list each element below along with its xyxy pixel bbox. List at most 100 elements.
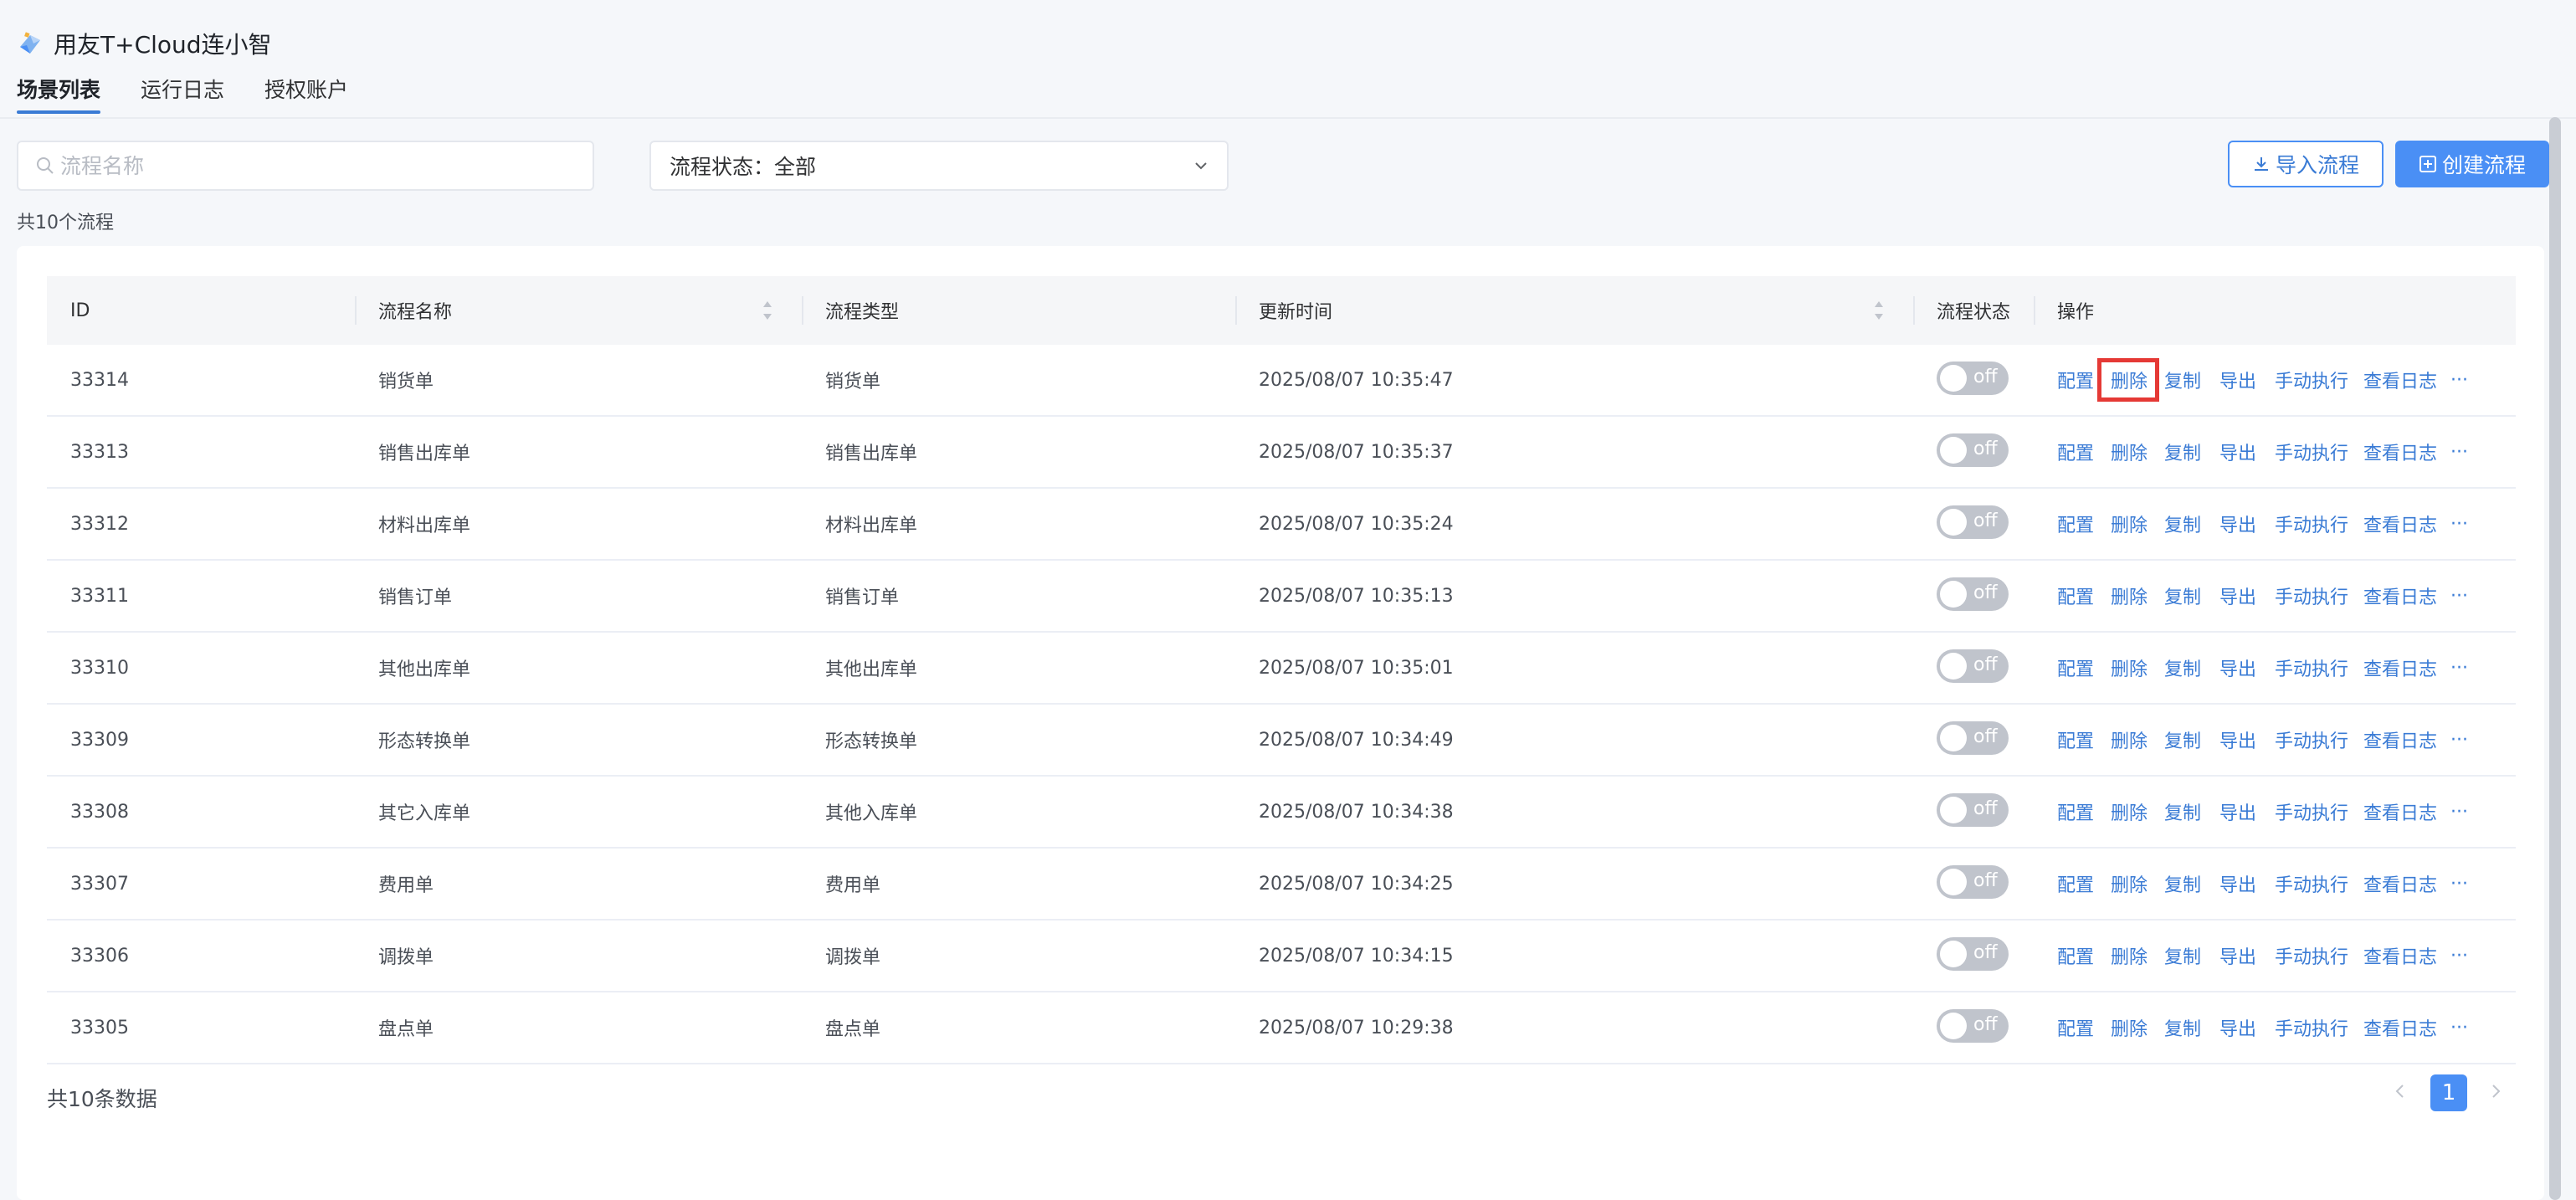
delete-link[interactable]: 删除 [2111, 942, 2148, 969]
copy-link[interactable]: 复制 [2164, 654, 2201, 681]
highlight-box [2097, 358, 2159, 402]
status-toggle[interactable]: off [1937, 362, 2009, 395]
delete-link[interactable]: 删除 [2111, 870, 2148, 897]
status-toggle[interactable]: off [1937, 937, 2009, 971]
more-icon[interactable]: ··· [2450, 802, 2468, 823]
tab-auth-account[interactable]: 授权账户 [264, 74, 348, 114]
config-link[interactable]: 配置 [2057, 367, 2094, 393]
status-toggle[interactable]: off [1937, 1009, 2009, 1043]
tab-run-log[interactable]: 运行日志 [141, 74, 224, 114]
more-icon[interactable]: ··· [2450, 730, 2468, 751]
more-icon[interactable]: ··· [2450, 658, 2468, 679]
export-link[interactable]: 导出 [2219, 798, 2256, 825]
copy-link[interactable]: 复制 [2164, 798, 2201, 825]
delete-link[interactable]: 删除 [2111, 726, 2148, 753]
manual-run-link[interactable]: 手动执行 [2275, 582, 2348, 609]
status-toggle[interactable]: off [1937, 721, 2009, 755]
copy-link[interactable]: 复制 [2164, 1014, 2201, 1041]
delete-link[interactable]: 删除 [2111, 438, 2148, 465]
view-log-link[interactable]: 查看日志 [2363, 367, 2437, 393]
delete-link[interactable]: 删除 [2111, 1014, 2148, 1041]
copy-link[interactable]: 复制 [2164, 438, 2201, 465]
delete-link[interactable]: 删除 [2111, 582, 2148, 609]
pagination-prev-button[interactable] [2384, 1074, 2417, 1108]
export-link[interactable]: 导出 [2219, 654, 2256, 681]
view-log-link[interactable]: 查看日志 [2363, 654, 2437, 681]
export-link[interactable]: 导出 [2219, 367, 2256, 393]
export-link[interactable]: 导出 [2219, 726, 2256, 753]
manual-run-link[interactable]: 手动执行 [2275, 726, 2348, 753]
config-link[interactable]: 配置 [2057, 654, 2094, 681]
status-filter-select[interactable]: 流程状态：全部 [649, 141, 1229, 191]
pagination-page-1[interactable]: 1 [2430, 1074, 2467, 1111]
manual-run-link[interactable]: 手动执行 [2275, 654, 2348, 681]
manual-run-link[interactable]: 手动执行 [2275, 870, 2348, 897]
copy-link[interactable]: 复制 [2164, 582, 2201, 609]
export-link[interactable]: 导出 [2219, 510, 2256, 537]
config-link[interactable]: 配置 [2057, 438, 2094, 465]
import-flow-button[interactable]: 导入流程 [2228, 141, 2384, 187]
more-icon[interactable]: ··· [2450, 442, 2468, 463]
view-log-link[interactable]: 查看日志 [2363, 942, 2437, 969]
view-log-link[interactable]: 查看日志 [2363, 1014, 2437, 1041]
more-icon[interactable]: ··· [2450, 370, 2468, 391]
tab-scene-list[interactable]: 场景列表 [17, 74, 101, 114]
view-log-link[interactable]: 查看日志 [2363, 438, 2437, 465]
view-log-link[interactable]: 查看日志 [2363, 582, 2437, 609]
status-toggle[interactable]: off [1937, 577, 2009, 611]
page-scrollbar[interactable] [2549, 117, 2561, 1200]
view-log-link[interactable]: 查看日志 [2363, 798, 2437, 825]
sort-icon[interactable] [1871, 296, 1886, 325]
create-flow-button[interactable]: 创建流程 [2395, 141, 2549, 187]
manual-run-link[interactable]: 手动执行 [2275, 510, 2348, 537]
column-header-name[interactable]: 流程名称 [355, 276, 452, 345]
delete-link[interactable]: 删除 [2111, 654, 2148, 681]
config-link[interactable]: 配置 [2057, 942, 2094, 969]
more-icon[interactable]: ··· [2450, 874, 2468, 895]
more-icon[interactable]: ··· [2450, 1018, 2468, 1038]
cell-type: 其他入库单 [825, 803, 918, 824]
toggle-knob [1940, 653, 1967, 679]
manual-run-link[interactable]: 手动执行 [2275, 367, 2348, 393]
export-link[interactable]: 导出 [2219, 582, 2256, 609]
config-link[interactable]: 配置 [2057, 798, 2094, 825]
status-toggle[interactable]: off [1937, 505, 2009, 539]
config-link[interactable]: 配置 [2057, 726, 2094, 753]
export-link[interactable]: 导出 [2219, 1014, 2256, 1041]
more-icon[interactable]: ··· [2450, 946, 2468, 967]
status-toggle[interactable]: off [1937, 865, 2009, 899]
copy-link[interactable]: 复制 [2164, 726, 2201, 753]
view-log-link[interactable]: 查看日志 [2363, 726, 2437, 753]
more-icon[interactable]: ··· [2450, 514, 2468, 535]
view-log-link[interactable]: 查看日志 [2363, 870, 2437, 897]
config-link[interactable]: 配置 [2057, 582, 2094, 609]
manual-run-link[interactable]: 手动执行 [2275, 942, 2348, 969]
manual-run-link[interactable]: 手动执行 [2275, 1014, 2348, 1041]
search-input[interactable] [59, 152, 564, 179]
copy-link[interactable]: 复制 [2164, 510, 2201, 537]
copy-link[interactable]: 复制 [2164, 942, 2201, 969]
more-icon[interactable]: ··· [2450, 586, 2468, 607]
copy-link[interactable]: 复制 [2164, 367, 2201, 393]
column-header-updated[interactable]: 更新时间 [1235, 276, 1332, 345]
view-log-link[interactable]: 查看日志 [2363, 510, 2437, 537]
export-link[interactable]: 导出 [2219, 438, 2256, 465]
status-toggle[interactable]: off [1937, 649, 2009, 683]
search-box[interactable] [17, 141, 594, 191]
config-link[interactable]: 配置 [2057, 870, 2094, 897]
pagination-next-button[interactable] [2479, 1074, 2512, 1108]
manual-run-link[interactable]: 手动执行 [2275, 438, 2348, 465]
delete-link[interactable]: 删除 [2111, 798, 2148, 825]
export-link[interactable]: 导出 [2219, 870, 2256, 897]
sort-icon[interactable] [760, 296, 775, 325]
column-divider [1913, 296, 1915, 325]
status-toggle[interactable]: off [1937, 433, 2009, 467]
copy-link[interactable]: 复制 [2164, 870, 2201, 897]
delete-link[interactable]: 删除 [2111, 510, 2148, 537]
table-row: 33312 材料出库单 材料出库单 2025/08/07 10:35:24 off 配置删… [47, 489, 2516, 561]
status-toggle[interactable]: off [1937, 793, 2009, 827]
manual-run-link[interactable]: 手动执行 [2275, 798, 2348, 825]
config-link[interactable]: 配置 [2057, 510, 2094, 537]
export-link[interactable]: 导出 [2219, 942, 2256, 969]
config-link[interactable]: 配置 [2057, 1014, 2094, 1041]
